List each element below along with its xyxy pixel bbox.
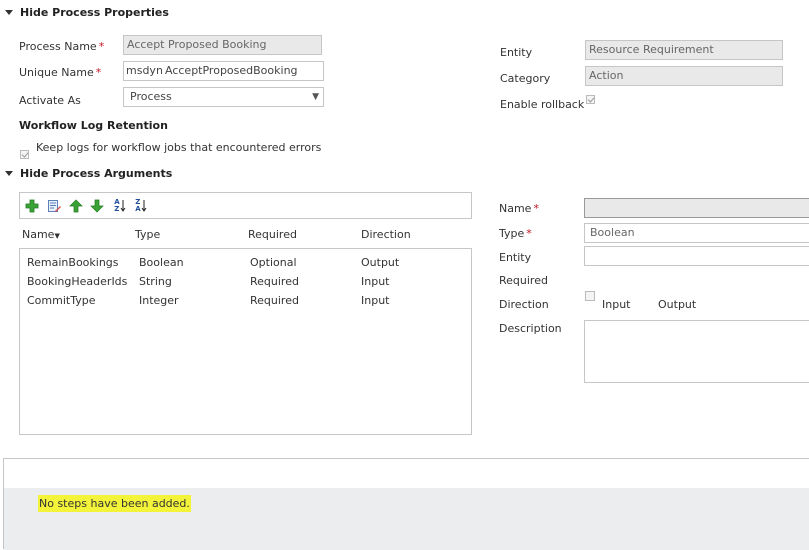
column-header-name[interactable]: Name▼ (22, 228, 60, 241)
argument-required: Required (250, 275, 299, 288)
argument-type-label-text: Type (499, 227, 525, 240)
argument-required: Optional (250, 256, 297, 269)
arguments-list: RemainBookings Boolean Optional Output B… (19, 248, 472, 435)
move-up-icon[interactable] (69, 199, 83, 213)
argument-description-textarea[interactable] (584, 320, 809, 383)
argument-name-label: Name * (499, 202, 539, 215)
activate-as-label: Activate As (19, 94, 81, 107)
argument-name: BookingHeaderIds (27, 275, 128, 288)
entity-field: Resource Requirement (585, 40, 783, 60)
argument-required: Required (250, 294, 299, 307)
table-row[interactable]: CommitType Integer Required Input (20, 291, 471, 309)
column-header-name-label: Name (22, 228, 55, 241)
unique-name-input[interactable]: AcceptProposedBooking (162, 61, 324, 81)
unique-name-prefix: msdyn_ (123, 61, 163, 81)
sort-ascending-icon[interactable]: A Z (112, 199, 128, 213)
argument-required-checkbox[interactable] (585, 291, 595, 301)
argument-type: Boolean (139, 256, 184, 269)
section-header: Hide Process Properties (20, 6, 169, 19)
argument-entity-label: Entity (499, 251, 532, 264)
direction-input-label: Input (602, 298, 631, 311)
argument-name: CommitType (27, 294, 96, 307)
entity-label: Entity (500, 46, 533, 59)
argument-type: Integer (139, 294, 179, 307)
required-star: * (95, 66, 102, 79)
process-name-field[interactable]: Accept Proposed Booking (123, 35, 322, 55)
unique-name-label-text: Unique Name (19, 66, 94, 79)
no-steps-message: No steps have been added. (38, 495, 191, 512)
required-star: * (533, 202, 539, 215)
steps-container: No steps have been added. (3, 458, 809, 550)
argument-direction: Input (361, 294, 390, 307)
process-name-label-text: Process Name (19, 40, 97, 53)
column-header-type[interactable]: Type (135, 228, 160, 241)
enable-rollback-checkbox[interactable] (586, 95, 595, 104)
column-header-direction[interactable]: Direction (361, 228, 411, 241)
hide-process-arguments-toggle[interactable]: Hide Process Arguments (5, 167, 172, 180)
argument-name-label-text: Name (499, 202, 532, 215)
argument-direction: Output (361, 256, 400, 269)
collapse-arrow-icon (5, 171, 13, 176)
argument-name-input[interactable] (584, 198, 809, 218)
section-header: Hide Process Arguments (20, 167, 173, 180)
sort-indicator-icon: ▼ (54, 232, 60, 240)
argument-direction: Input (361, 275, 390, 288)
required-star: * (526, 227, 532, 240)
keep-logs-label: Keep logs for workflow jobs that encount… (36, 141, 322, 154)
enable-rollback-label: Enable rollback (500, 98, 585, 111)
log-retention-header: Workflow Log Retention (19, 119, 168, 132)
table-row[interactable]: BookingHeaderIds String Required Input (20, 272, 471, 290)
argument-direction-label: Direction (499, 298, 549, 311)
argument-entity-select[interactable] (584, 246, 809, 266)
activate-as-value: Process (130, 90, 172, 103)
argument-required-label: Required (499, 274, 548, 287)
required-star: * (98, 40, 105, 53)
activate-as-select[interactable]: Process ▼ (123, 87, 324, 107)
category-label: Category (500, 72, 551, 85)
argument-description-label: Description (499, 322, 562, 335)
argument-type-select[interactable]: Boolean (584, 223, 809, 243)
sort-descending-icon[interactable]: Z A (133, 199, 149, 213)
process-name-label: Process Name * (19, 40, 104, 53)
add-icon[interactable] (25, 199, 39, 213)
dropdown-arrow-icon: ▼ (312, 92, 319, 102)
hide-process-properties-toggle[interactable]: Hide Process Properties (5, 6, 169, 19)
edit-icon[interactable] (47, 199, 61, 213)
move-down-icon[interactable] (90, 199, 104, 213)
direction-output-label: Output (658, 298, 697, 311)
steps-empty-panel: No steps have been added. (4, 488, 809, 550)
argument-type: String (139, 275, 172, 288)
category-field: Action (585, 66, 783, 86)
argument-type-label: Type * (499, 227, 532, 240)
collapse-arrow-icon (5, 10, 13, 15)
keep-logs-checkbox[interactable] (20, 150, 29, 159)
arguments-toolbar: A Z Z A (19, 192, 472, 219)
table-row[interactable]: RemainBookings Boolean Optional Output (20, 253, 471, 271)
unique-name-label: Unique Name * (19, 66, 101, 79)
argument-name: RemainBookings (27, 256, 119, 269)
column-header-required[interactable]: Required (248, 228, 297, 241)
